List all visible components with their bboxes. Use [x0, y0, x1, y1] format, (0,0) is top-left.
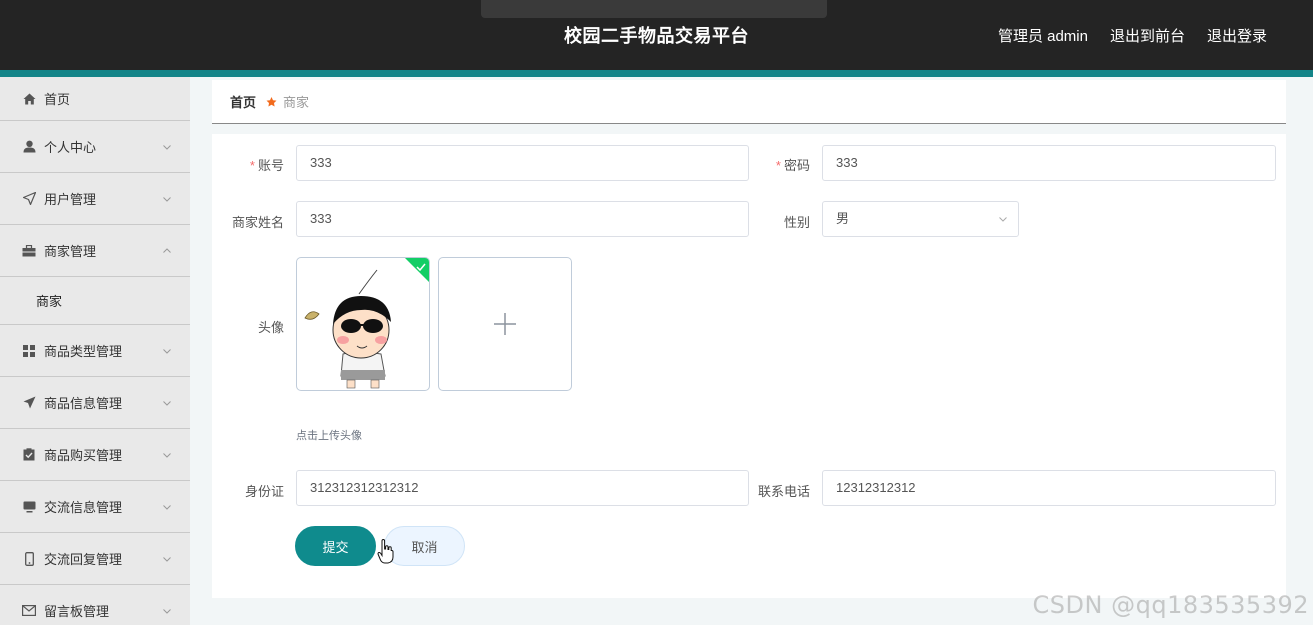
sidebar-item-profile[interactable]: 个人中心 [0, 121, 190, 173]
star-icon [266, 96, 277, 107]
send-icon [22, 192, 36, 206]
sidebar-item-label: 商品购买管理 [44, 448, 123, 463]
phone-label: 联系电话 [757, 484, 810, 499]
merchant-name-input[interactable]: 333 [296, 201, 749, 237]
hand-cursor-icon [377, 539, 394, 564]
header-ghost-tab [481, 0, 827, 18]
gender-select[interactable]: 男 [822, 201, 1019, 237]
sidebar-item-label: 留言板管理 [44, 604, 110, 619]
avatar-upload-button[interactable] [438, 257, 572, 391]
sidebar-item-goods-info[interactable]: 商品信息管理 [0, 377, 190, 429]
sidebar-item-home[interactable]: 首页 [0, 77, 190, 121]
sidebar-subitem-label: 商家 [36, 294, 63, 309]
account-label: * 账号 [249, 158, 284, 173]
user-icon [22, 140, 36, 154]
sidebar-item-message-board[interactable]: 留言板管理 [0, 585, 190, 625]
id-card-label: 身份证 [244, 484, 284, 499]
logout-link[interactable]: 退出登录 [1207, 25, 1267, 46]
gender-selected-value: 男 [836, 211, 850, 226]
sidebar-item-label: 个人中心 [44, 140, 97, 155]
required-mark: * [775, 158, 781, 173]
chevron-down-icon [163, 400, 171, 406]
merchant-form: * 账号 333 * 密码 333 商家姓名 333 性别 男 头像 点击上传头… [212, 134, 1286, 598]
avatar-upload-tip: 点击上传头像 [296, 430, 362, 442]
account-input[interactable]: 333 [296, 145, 749, 181]
chevron-down-icon [163, 196, 171, 202]
sidebar-item-label: 商家管理 [44, 244, 97, 259]
clipboard-check-icon [22, 448, 36, 462]
chevron-down-icon [163, 556, 171, 562]
merchant-name-label: 商家姓名 [231, 215, 284, 230]
grid-icon [22, 344, 36, 358]
sidebar-item-users[interactable]: 用户管理 [0, 173, 190, 225]
gender-label: 性别 [783, 215, 810, 230]
sidebar-subitem-merchant[interactable]: 商家 [0, 277, 190, 325]
submit-button[interactable]: 提交 [295, 526, 376, 566]
breadcrumb-current: 商家 [283, 95, 310, 110]
sidebar-menu: 首页 个人中心 用户管理 商家管理 商家 商品类型管理 商品信息管理 商品购买管… [0, 77, 190, 625]
csdn-watermark: CSDN @qq183535392 [1032, 591, 1309, 619]
sidebar-item-label: 交流信息管理 [44, 500, 123, 515]
briefcase-icon [22, 244, 36, 258]
sidebar-item-goods-types[interactable]: 商品类型管理 [0, 325, 190, 377]
chevron-down-icon [163, 504, 171, 510]
avatar-image [304, 258, 429, 389]
avatar-label: 头像 [257, 320, 284, 335]
sidebar-item-label: 用户管理 [44, 192, 97, 207]
chevron-down-icon [163, 608, 171, 614]
sidebar-item-exchange-reply[interactable]: 交流回复管理 [0, 533, 190, 585]
sidebar-item-label: 交流回复管理 [44, 552, 123, 567]
plus-icon [494, 313, 516, 335]
breadcrumb: 首页 商家 [212, 80, 1286, 124]
mobile-icon [22, 551, 36, 566]
sidebar-item-exchange-info[interactable]: 交流信息管理 [0, 481, 190, 533]
sidebar-item-goods-purchase[interactable]: 商品购买管理 [0, 429, 190, 481]
sidebar-item-label: 商品类型管理 [44, 344, 123, 359]
home-icon [22, 92, 36, 106]
chevron-down-icon [163, 452, 171, 458]
sidebar-item-label: 商品信息管理 [44, 396, 123, 411]
password-label: * 密码 [775, 158, 810, 173]
header-accent-stripe [0, 70, 1313, 77]
to-front-link[interactable]: 退出到前台 [1110, 25, 1185, 46]
chevron-down-icon [163, 144, 171, 150]
sidebar-item-label: 首页 [44, 92, 71, 107]
id-card-input[interactable]: 312312312312312 [296, 470, 749, 506]
header-actions: 管理员 admin 退出到前台 退出登录 [998, 25, 1267, 46]
paper-plane-icon [22, 396, 36, 410]
chevron-down-icon [999, 217, 1007, 222]
mail-icon [22, 604, 36, 618]
chevron-down-icon [163, 348, 171, 354]
breadcrumb-home[interactable]: 首页 [230, 92, 256, 111]
avatar-preview[interactable] [296, 257, 430, 391]
admin-user-label: 管理员 admin [997, 28, 1088, 45]
monitor-icon [22, 500, 36, 514]
top-header: 校园二手物品交易平台 管理员 admin 退出到前台 退出登录 [0, 0, 1313, 70]
chevron-up-icon [163, 247, 171, 253]
password-input[interactable]: 333 [822, 145, 1276, 181]
required-mark: * [249, 158, 255, 173]
phone-input[interactable]: 12312312312 [822, 470, 1276, 506]
sidebar-item-merchants[interactable]: 商家管理 [0, 225, 190, 277]
cancel-button[interactable]: 取消 [384, 526, 465, 566]
